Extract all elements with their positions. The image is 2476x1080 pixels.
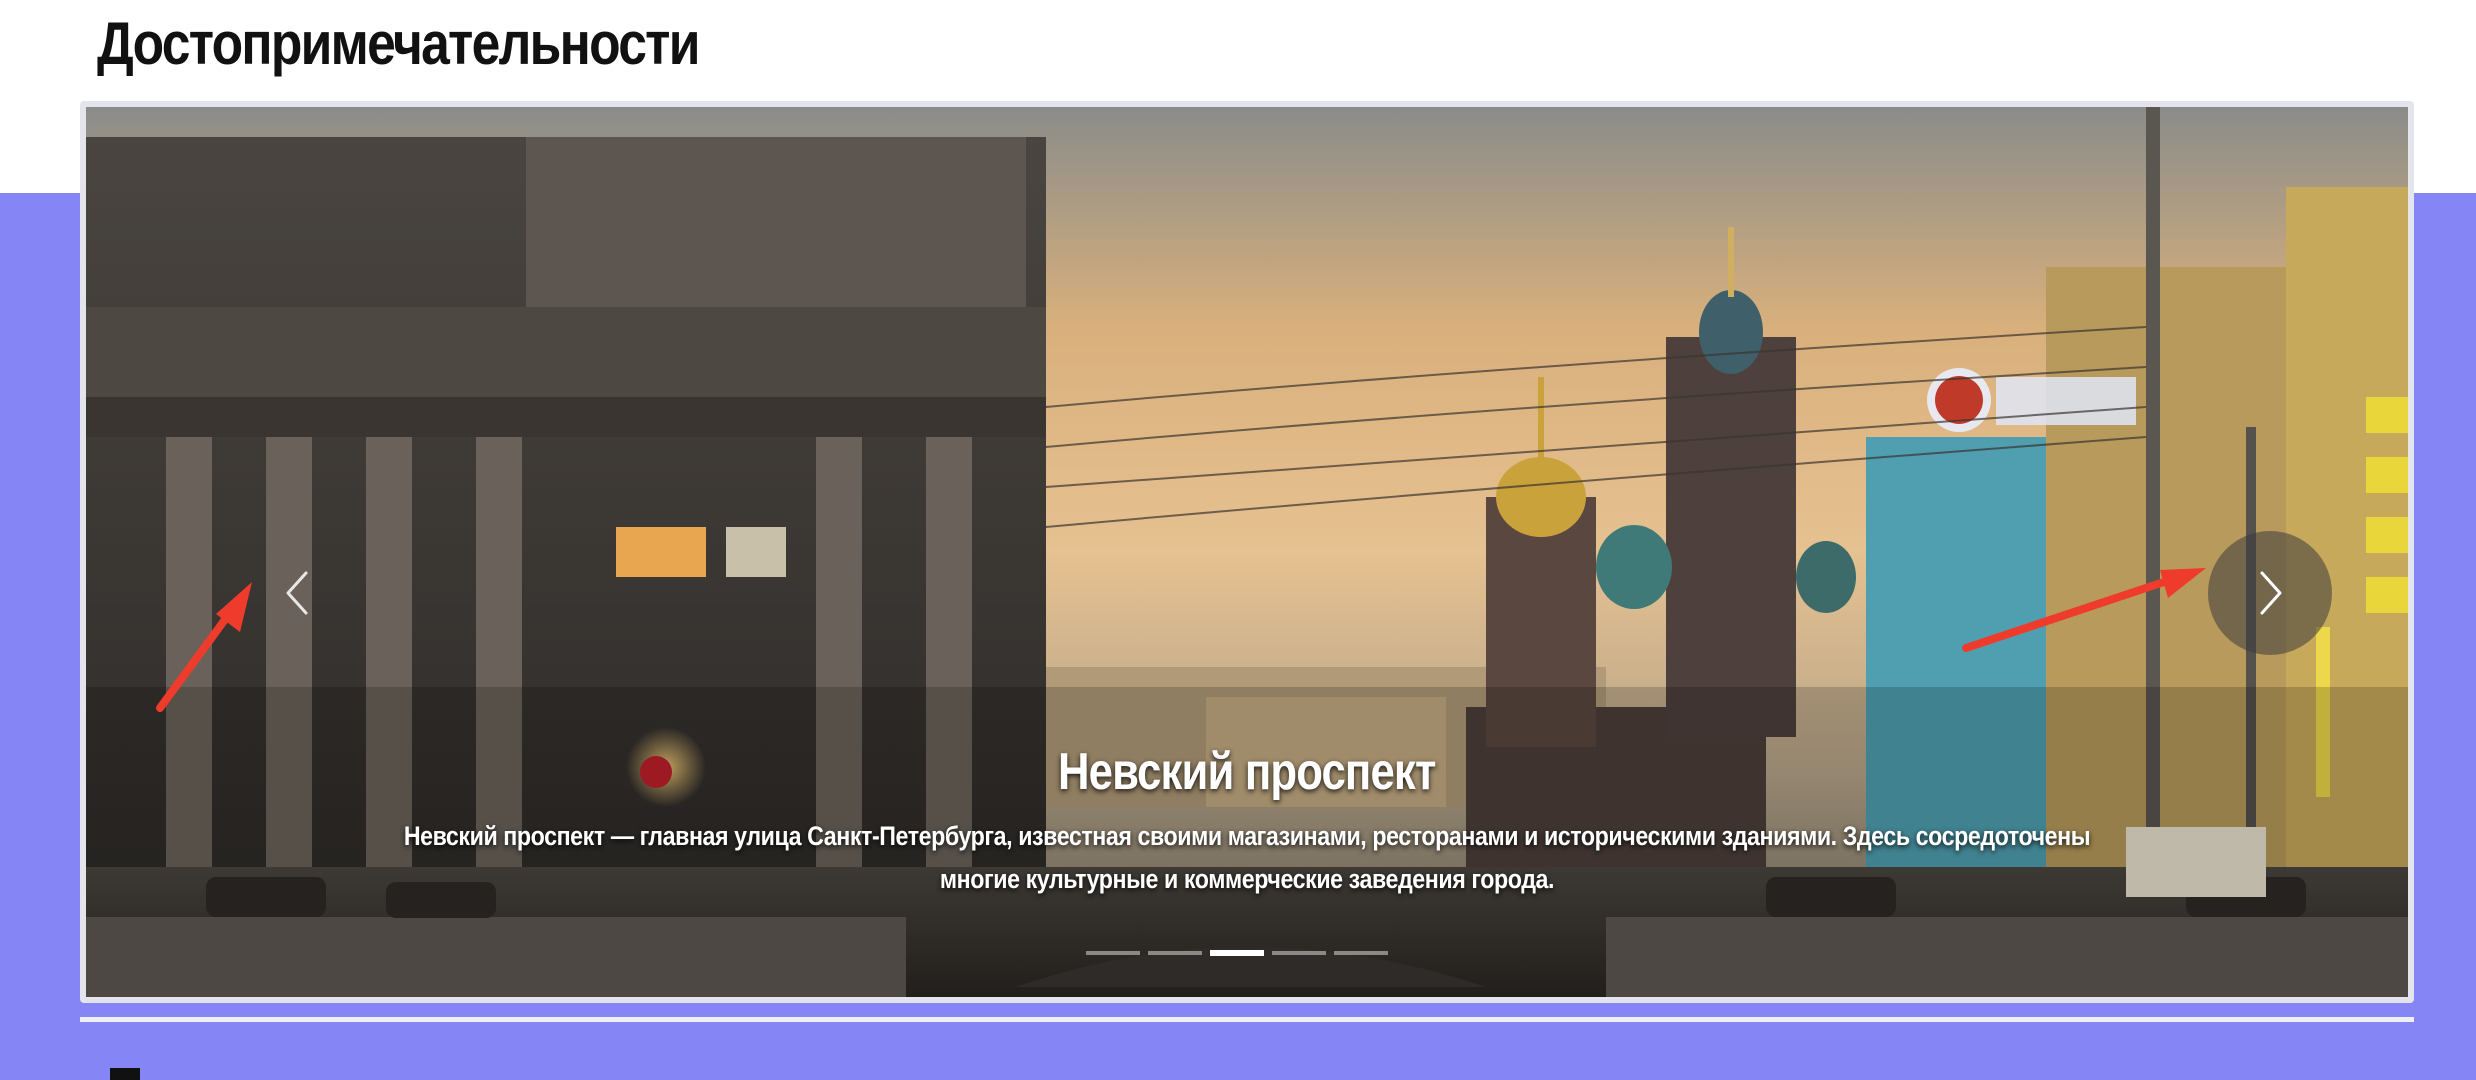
chevron-right-icon (2260, 571, 2282, 615)
carousel: Невский проспект Невский проспект — глав… (80, 101, 2414, 1003)
page: Достопримечательности Невский проспект Н… (0, 0, 2476, 1080)
carousel-indicator[interactable] (1086, 951, 1140, 955)
carousel-slide: Невский проспект Невский проспект — глав… (86, 107, 2408, 997)
carousel-indicator[interactable] (1272, 951, 1326, 955)
carousel-indicator[interactable] (1148, 951, 1202, 955)
carousel-indicator[interactable] (1334, 951, 1388, 955)
carousel-indicators (1086, 949, 1408, 957)
slide-title: Невский проспект (1058, 743, 1436, 801)
section-title: Достопримечательности (97, 10, 700, 77)
slide-description: Невский проспект — главная улица Санкт-П… (403, 821, 2091, 894)
slide-caption: Невский проспект Невский проспект — глав… (86, 739, 2408, 901)
carousel-indicator-active[interactable] (1210, 950, 1264, 956)
next-section-heading (110, 1052, 710, 1080)
carousel-next-button[interactable] (2208, 531, 2332, 655)
chevron-left-icon (286, 571, 308, 615)
carousel-prev-button[interactable] (236, 531, 360, 655)
section-divider (80, 1017, 2414, 1022)
